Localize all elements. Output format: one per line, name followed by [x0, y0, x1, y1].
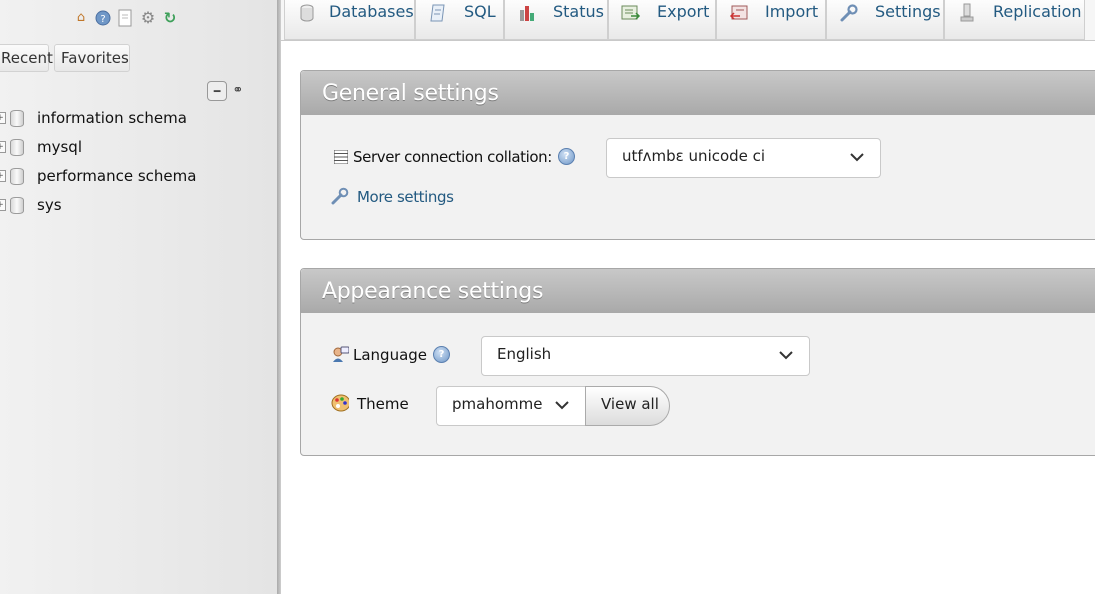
database-name[interactable]: information schema [37, 106, 187, 130]
svg-text:?: ? [100, 14, 105, 25]
collation-value: utfʌmbɛ unicode ci [622, 147, 766, 165]
tab-label: Status [553, 2, 604, 21]
tab-label: Databases [329, 2, 414, 21]
more-settings-link[interactable]: More settings [357, 186, 454, 208]
recent-tab[interactable]: Recent [0, 44, 53, 72]
status-chart-icon [517, 3, 537, 23]
language-value: English [497, 345, 552, 363]
database-name[interactable]: mysql [37, 135, 82, 159]
wrench-icon [331, 187, 349, 205]
collation-label: Server connection collation: [353, 148, 552, 166]
database-icon [297, 3, 317, 23]
language-select[interactable]: English [481, 336, 810, 376]
chevron-down-icon [779, 351, 793, 360]
expand-icon[interactable]: + [0, 170, 6, 182]
home-icon[interactable]: ⌂ [72, 9, 90, 27]
collapse-all-icon[interactable]: ━ [207, 81, 227, 101]
database-icon [10, 197, 24, 214]
tab-export[interactable]: Export [608, 0, 716, 40]
database-name[interactable]: sys [37, 193, 62, 217]
theme-label: Theme [357, 395, 409, 413]
top-menu: Databases SQL Status Export Import Setti… [281, 0, 1095, 41]
theme-select[interactable]: pmahomme [436, 386, 586, 426]
tab-databases[interactable]: Databases [284, 0, 415, 40]
chevron-down-icon [555, 401, 569, 410]
tab-replication[interactable]: Replication [944, 0, 1085, 40]
tab-settings[interactable]: Settings [826, 0, 944, 40]
expand-icon[interactable]: + [0, 141, 6, 153]
language-label: Language [353, 346, 428, 364]
help-icon[interactable]: ? [433, 346, 450, 363]
expand-icon[interactable]: + [0, 112, 6, 124]
help-icon[interactable]: ? [94, 9, 112, 27]
theme-palette-icon [331, 394, 349, 412]
tab-import[interactable]: Import [716, 0, 826, 40]
export-icon [621, 3, 641, 23]
link-with-main-panel-icon[interactable]: ⚭ [229, 81, 247, 99]
wrench-icon [839, 3, 859, 23]
replication-icon [957, 3, 977, 23]
import-icon [729, 3, 749, 23]
navigation-panel: ⌂ ? ⚙ ↻ Recent Favorites ━ ⚭ + informati… [0, 0, 277, 594]
tab-label: Replication [993, 2, 1082, 21]
help-icon[interactable]: ? [558, 148, 575, 165]
tab-label: Settings [875, 2, 941, 21]
collation-select[interactable]: utfʌmbɛ unicode ci [606, 138, 881, 178]
theme-value: pmahomme [452, 395, 543, 413]
tab-sql[interactable]: SQL [415, 0, 504, 40]
favorites-tab[interactable]: Favorites [54, 44, 130, 72]
gear-icon[interactable]: ⚙ [139, 9, 157, 27]
navigation-resizer[interactable] [277, 0, 281, 594]
collation-icon [332, 148, 350, 166]
database-icon [10, 110, 24, 127]
reload-icon[interactable]: ↻ [161, 9, 179, 27]
tab-label: SQL [464, 2, 496, 21]
database-icon [10, 168, 24, 185]
sql-icon [428, 3, 448, 23]
tab-status[interactable]: Status [504, 0, 608, 40]
database-name[interactable]: performance schema [37, 164, 196, 188]
general-settings-panel: General settings Server connection colla… [300, 70, 1095, 240]
panel-title: General settings [322, 81, 499, 106]
panel-title: Appearance settings [322, 279, 544, 304]
tab-label: Export [657, 2, 710, 21]
tab-label: Import [765, 2, 819, 21]
documentation-icon[interactable] [116, 9, 134, 27]
chevron-down-icon [850, 153, 864, 162]
language-icon [331, 345, 349, 363]
expand-icon[interactable]: + [0, 199, 6, 211]
panel-header: General settings [301, 71, 1095, 115]
view-all-button[interactable]: View all [585, 386, 670, 426]
appearance-settings-panel: Appearance settings Language ? English T… [300, 268, 1095, 456]
view-all-label: View all [601, 395, 659, 413]
database-icon [10, 139, 24, 156]
panel-header: Appearance settings [301, 269, 1095, 313]
